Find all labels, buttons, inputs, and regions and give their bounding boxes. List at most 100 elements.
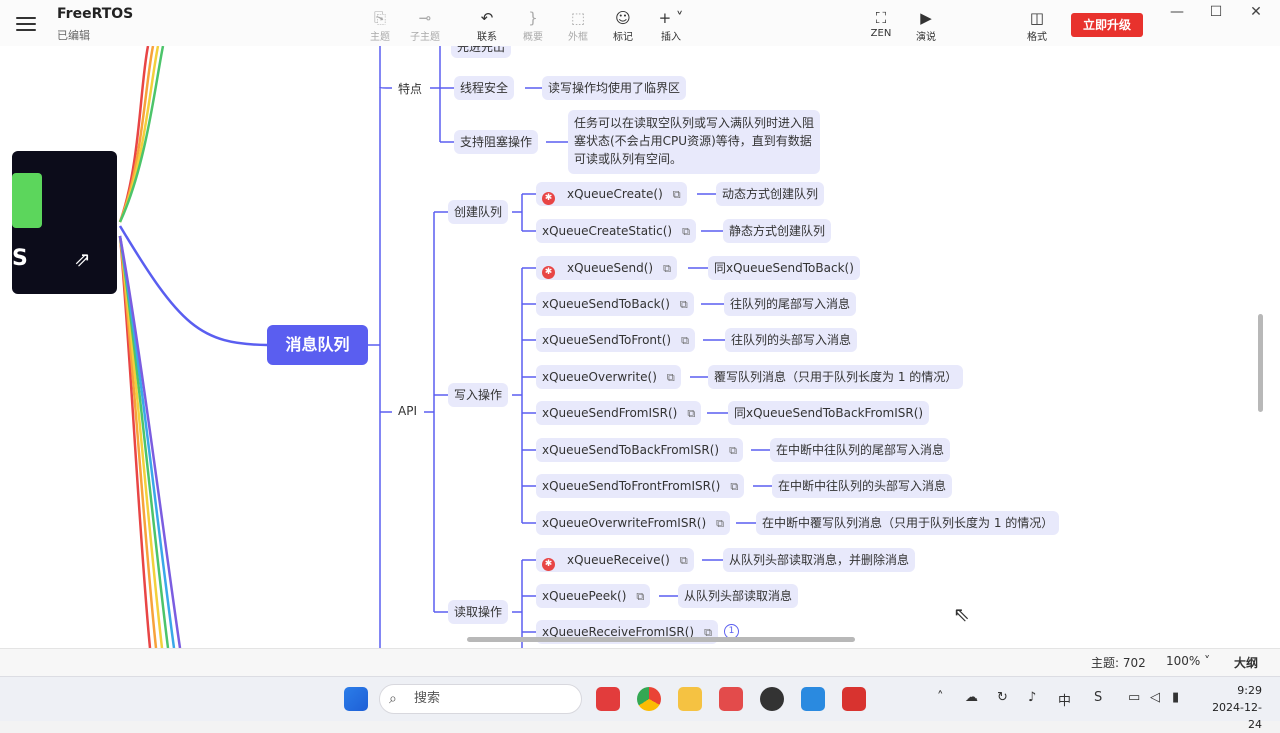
fn-xqueuesendtobackfromisr[interactable]: xQueueSendToBackFromISR() ⧉ (536, 438, 743, 462)
note-xqueuesendtofront[interactable]: 往队列的头部写入消息 (725, 328, 858, 352)
external-link-icon[interactable]: ⧉ (730, 480, 738, 493)
note-blocking-line1: 任务可以在读取空队列或写入满队列时进入阻 (574, 116, 815, 130)
fn-xqueueoverwrite[interactable]: xQueueOverwrite() ⧉ (536, 365, 681, 389)
network-icon[interactable]: ▭ (1128, 690, 1140, 705)
note-blocking-line2: 塞状态(不会占用CPU资源)等待，直到有数据 (574, 134, 812, 148)
topic-blocking[interactable]: 支持阻塞操作 (454, 130, 539, 154)
ime-icon[interactable]: 中 (1058, 690, 1071, 709)
upgrade-button[interactable]: 立即升级 (1071, 13, 1143, 37)
external-link-icon[interactable]: ⇗ (74, 247, 91, 271)
fn-xqueuecreatestatic[interactable]: xQueueCreateStatic() ⧉ (536, 219, 696, 243)
topic-read-ops[interactable]: 读取操作 (448, 600, 509, 624)
vscode-icon[interactable] (801, 687, 825, 711)
panel-icon: ◫ (1029, 9, 1045, 27)
start-icon[interactable] (344, 687, 368, 711)
xmind-icon[interactable] (719, 687, 743, 711)
topic-button[interactable]: ⎘ 主题 (358, 8, 402, 43)
plus-icon: + ˅ (658, 9, 684, 27)
format-label: 格式 (1027, 32, 1047, 43)
fn-xqueuesendtofrontfromisr[interactable]: xQueueSendToFrontFromISR() ⧉ (536, 474, 745, 498)
topic-features[interactable]: 特点 (398, 80, 422, 97)
insert-button[interactable]: + ˅ 插入 (649, 8, 693, 43)
fn-xqueuecreate[interactable]: ✱ xQueueCreate() ⧉ (536, 182, 687, 206)
volume-icon[interactable]: ◁ (1150, 690, 1160, 705)
close-icon[interactable]: ✕ (1246, 4, 1266, 20)
fn-xqueuereceive[interactable]: ✱ xQueueReceive() ⧉ (536, 548, 694, 572)
external-link-icon[interactable]: ⧉ (687, 407, 695, 420)
vertical-scrollbar[interactable] (1258, 314, 1263, 412)
note-xqueuereceive[interactable]: 从队列头部读取消息，并删除消息 (723, 548, 916, 572)
outline-button[interactable]: 大纲 (1234, 654, 1258, 671)
zen-button[interactable]: ⛶ ZEN (859, 8, 903, 39)
external-link-icon[interactable]: ⧉ (729, 444, 737, 457)
fn-label: xQueueCreateStatic() (542, 224, 673, 238)
subtopic-button[interactable]: ⊸ 子主题 (403, 8, 447, 43)
note-xqueuesendtoback[interactable]: 往队列的尾部写入消息 (724, 292, 857, 316)
format-button[interactable]: ◫ 格式 (1015, 8, 1059, 43)
note-xqueuecreate[interactable]: 动态方式创建队列 (716, 182, 825, 206)
note-blocking[interactable]: 任务可以在读取空队列或写入满队列时进入阻 塞状态(不会占用CPU资源)等待，直到… (568, 110, 821, 174)
external-link-icon[interactable]: ⧉ (680, 298, 688, 311)
summary-button[interactable]: } 概要 (511, 8, 555, 43)
note-xqueuepeek[interactable]: 从队列头部读取消息 (678, 584, 799, 608)
note-xqueuesendfromisr[interactable]: 同xQueueSendToBackFromISR() (728, 401, 930, 425)
chrome-icon[interactable] (637, 687, 661, 711)
topic-write-ops[interactable]: 写入操作 (448, 383, 509, 407)
note-xqueueoverwrite[interactable]: 覆写队列消息（只用于队列长度为 1 的情况） (708, 365, 964, 389)
app-icon[interactable] (842, 687, 866, 711)
fn-xqueueoverwritefromisr[interactable]: xQueueOverwriteFromISR() ⧉ (536, 511, 731, 535)
parent-topic-image[interactable]: S ⇗ (12, 151, 117, 294)
clock[interactable]: 9:29 2024-12-24 (1200, 682, 1262, 733)
fn-xqueuepeek[interactable]: xQueuePeek() ⧉ (536, 584, 651, 608)
fn-label: xQueueCreate() (567, 187, 663, 201)
fn-xqueuesendtoback[interactable]: xQueueSendToBack() ⧉ (536, 292, 694, 316)
wps-icon[interactable] (596, 687, 620, 711)
note-xqueueoverwritefromisr[interactable]: 在中断中覆写队列消息（只用于队列长度为 1 的情况） (756, 511, 1060, 535)
battery-icon[interactable]: ▮ (1172, 690, 1179, 705)
taskbar: ⌕ 搜索 ˄ ☁ ↻ ♪ 中 S ▭ ◁ ▮ 9:29 2024-12-24 (0, 676, 1280, 731)
sync-icon[interactable]: ↻ (997, 690, 1008, 705)
mindmap-canvas[interactable]: S ⇗ 消息队列 先进先出 特点 线程安全 读写操作均使用了临界区 支持阻塞操作… (0, 46, 1280, 648)
external-link-icon[interactable]: ⧉ (673, 188, 681, 201)
external-link-icon[interactable]: ⧉ (682, 225, 690, 238)
topic-thread-safe[interactable]: 线程安全 (454, 76, 515, 100)
central-topic[interactable]: 消息队列 (267, 325, 368, 365)
external-link-icon[interactable]: ⧉ (667, 371, 675, 384)
fn-xqueuesendtofront[interactable]: xQueueSendToFront() ⧉ (536, 328, 695, 352)
fn-label: xQueueOverwriteFromISR() (542, 516, 707, 530)
horizontal-scrollbar[interactable] (467, 637, 855, 642)
note-thread-safe[interactable]: 读写操作均使用了临界区 (542, 76, 687, 100)
weather-icon[interactable]: ☁ (965, 690, 978, 705)
wps-tray-icon[interactable]: S (1094, 690, 1102, 705)
external-link-icon[interactable]: ⧉ (680, 554, 688, 567)
present-button[interactable]: ▶ 演说 (904, 8, 948, 43)
taskbar-search[interactable]: ⌕ 搜索 (379, 684, 582, 714)
external-link-icon[interactable]: ⧉ (663, 262, 671, 275)
maximize-icon[interactable]: ☐ (1206, 4, 1226, 20)
boundary-button[interactable]: ⬚ 外框 (556, 8, 600, 43)
minimize-icon[interactable]: — (1167, 4, 1187, 20)
topic-fifo[interactable]: 先进先出 (451, 46, 512, 58)
mindmap-app: FreeRTOS 已编辑 ⎘ 主题 ⊸ 子主题 ↶ 联系 } 概要 ⬚ 外框 ☺ 标记 + … (0, 0, 1280, 677)
fn-xqueuesend[interactable]: ✱ xQueueSend() ⧉ (536, 256, 677, 280)
insert-label: 插入 (661, 32, 681, 43)
note-xqueuesendtobackfromisr[interactable]: 在中断中往队列的尾部写入消息 (770, 438, 951, 462)
menu-icon[interactable] (16, 14, 36, 32)
marker-button[interactable]: ☺ 标记 (601, 8, 645, 43)
note-xqueuecreatestatic[interactable]: 静态方式创建队列 (723, 219, 832, 243)
file-explorer-icon[interactable] (678, 687, 702, 711)
relation-button[interactable]: ↶ 联系 (465, 8, 509, 43)
note-xqueuesendtofrontfromisr[interactable]: 在中断中往队列的头部写入消息 (772, 474, 953, 498)
topic-create-queue[interactable]: 创建队列 (448, 200, 509, 224)
obs-icon[interactable] (760, 687, 784, 711)
external-link-icon[interactable]: ⧉ (681, 334, 689, 347)
note-xqueuesend[interactable]: 同xQueueSendToBack() (708, 256, 860, 280)
chevron-up-icon[interactable]: ˄ (937, 690, 944, 705)
fn-xqueuesendfromisr[interactable]: xQueueSendFromISR() ⧉ (536, 401, 702, 425)
marker-label: 标记 (613, 32, 633, 43)
topic-api[interactable]: API (398, 404, 417, 418)
external-link-icon[interactable]: ⧉ (716, 517, 724, 530)
external-link-icon[interactable]: ⧉ (636, 590, 644, 603)
zoom-select[interactable]: 100% ˅ (1166, 654, 1210, 668)
microphone-icon[interactable]: ♪ (1028, 690, 1036, 705)
